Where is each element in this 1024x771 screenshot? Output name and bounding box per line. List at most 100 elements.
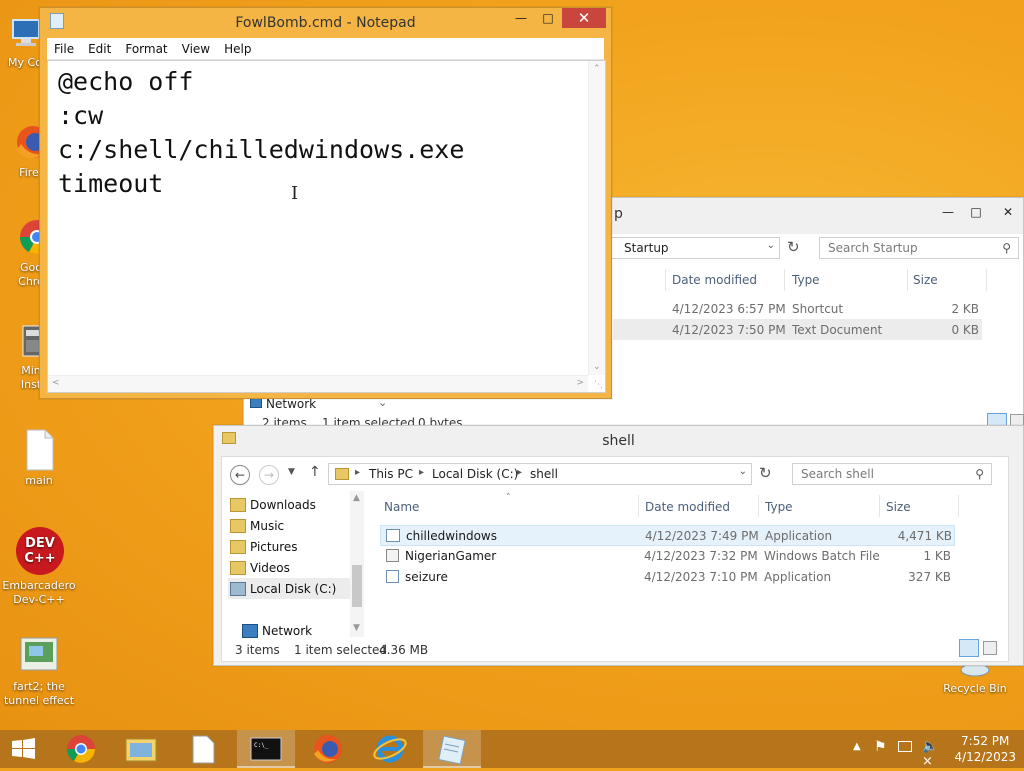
close-button[interactable]: ✕ [992, 202, 1024, 222]
chevron-down-icon[interactable]: ⌄ [767, 240, 775, 251]
column-header-type[interactable]: Type [765, 500, 793, 514]
clock[interactable]: 7:52 PM 4/12/2023 [954, 733, 1016, 765]
up-button[interactable]: ↑ [309, 464, 321, 480]
show-hidden-icons-icon[interactable]: ▲ [853, 741, 861, 752]
taskbar-internet-explorer[interactable] [361, 730, 419, 768]
action-center-flag-icon[interactable]: ⚑ [874, 739, 887, 755]
forward-button[interactable]: → [259, 465, 279, 485]
editor-content[interactable]: @echo off :cw c:/shell/chilledwindows.ex… [58, 65, 464, 201]
menu-file[interactable]: File [47, 38, 81, 60]
scroll-left-icon[interactable]: < [52, 378, 60, 388]
column-divider[interactable] [907, 269, 908, 291]
large-icons-view-icon[interactable] [983, 641, 997, 655]
column-header-date-modified[interactable]: Date modified [645, 500, 730, 514]
menu-edit[interactable]: Edit [81, 38, 118, 60]
back-button[interactable]: ← [230, 465, 250, 485]
maximize-button[interactable]: □ [962, 202, 990, 222]
column-divider[interactable] [958, 495, 959, 517]
column-header-type[interactable]: Type [792, 273, 820, 287]
desktop-icon-devcpp[interactable]: DEV C++ Embarcadero Dev-C++ [0, 527, 78, 607]
maximize-button[interactable]: □ [534, 8, 562, 28]
scroll-up-icon[interactable]: ⌃ [593, 64, 601, 74]
shell-title-text: shell [602, 433, 635, 449]
nav-item-label: Music [250, 519, 285, 533]
notepad-title-bar[interactable]: FowlBomb.cmd - Notepad — □ ✕ [40, 8, 611, 38]
notepad-window[interactable]: FowlBomb.cmd - Notepad — □ ✕ File Edit For… [39, 7, 612, 399]
network-status-icon[interactable] [898, 741, 912, 752]
scroll-down-icon[interactable]: ▼ [353, 623, 360, 633]
desktop-icon-main[interactable]: main [0, 428, 78, 488]
scroll-up-icon[interactable]: ▲ [353, 493, 360, 503]
nav-pane-scrollbar[interactable]: ▲ ▼ [350, 491, 364, 637]
column-divider[interactable] [879, 495, 880, 517]
breadcrumb-local-disk[interactable]: Local Disk (C:) [432, 467, 518, 481]
shell-search-placeholder: Search shell [801, 467, 874, 481]
drive-icon [230, 582, 246, 596]
nav-item-network[interactable]: Network [242, 624, 312, 638]
network-icon [250, 398, 262, 408]
horizontal-scrollbar[interactable]: < > [48, 375, 588, 392]
desktop-icon-fart2[interactable]: fart2; the tunnel effect [0, 634, 78, 708]
taskbar-chrome[interactable] [52, 730, 110, 768]
resize-grip-icon[interactable]: ⋱ [594, 380, 603, 390]
shell-search-input[interactable]: Search shell ⚲ [792, 463, 992, 485]
row-date: 4/12/2023 7:49 PM [645, 529, 759, 543]
taskbar-firefox[interactable] [299, 730, 357, 768]
taskbar-command-prompt[interactable]: C:\_ [237, 730, 295, 768]
column-header-size[interactable]: Size [886, 500, 911, 514]
nav-item-pictures[interactable]: Pictures [230, 540, 298, 554]
column-divider[interactable] [986, 269, 987, 291]
taskbar-notepad-file[interactable] [174, 730, 232, 768]
table-row[interactable]: seizure 4/12/2023 7:10 PM Application 32… [380, 567, 955, 588]
column-divider[interactable] [784, 269, 785, 291]
refresh-icon[interactable]: ↻ [759, 464, 772, 482]
breadcrumb-this-pc[interactable]: This PC [369, 467, 413, 481]
breadcrumb-shell[interactable]: shell [530, 467, 558, 481]
startup-address-bar[interactable]: Startup ⌄ [610, 237, 780, 259]
scroll-down-icon[interactable]: ⌄ [593, 362, 601, 372]
table-row-selected[interactable]: 4/12/2023 7:50 PM Text Document 0 KB [613, 319, 982, 340]
minimize-button[interactable]: — [507, 8, 535, 28]
nav-item-music[interactable]: Music [230, 519, 285, 533]
volume-muted-icon[interactable]: 🔈× [922, 739, 946, 769]
vertical-scrollbar[interactable]: ⌃ ⌄ [588, 61, 605, 375]
recent-locations-icon[interactable]: ▼ [288, 467, 295, 477]
shell-explorer-window[interactable]: shell ← → ▼ ↑ ▸ This PC ▸ Local Disk (C:… [213, 425, 1024, 666]
nav-item-local-disk[interactable]: Local Disk (C:) [230, 582, 336, 596]
table-row-selected[interactable]: chilledwindows 4/12/2023 7:49 PM Applica… [380, 525, 955, 546]
column-divider[interactable] [665, 269, 666, 291]
nav-item-videos[interactable]: Videos [230, 561, 290, 575]
column-divider[interactable] [638, 495, 639, 517]
details-view-icon[interactable] [959, 639, 979, 657]
startup-search-input[interactable]: Search Startup ⚲ [819, 237, 1019, 259]
menu-format[interactable]: Format [118, 38, 174, 60]
clock-date: 4/12/2023 [954, 750, 1016, 764]
chevron-down-icon[interactable]: ⌄ [739, 466, 747, 477]
menu-help[interactable]: Help [217, 38, 258, 60]
taskbar-file-explorer[interactable] [112, 730, 170, 768]
sort-ascending-icon: ˄ [506, 493, 511, 503]
refresh-icon[interactable]: ↻ [787, 238, 800, 256]
downloads-icon [230, 498, 246, 512]
text-editor[interactable]: @echo off :cw c:/shell/chilledwindows.ex… [47, 60, 606, 393]
start-button[interactable] [0, 730, 48, 768]
nav-item-downloads[interactable]: Downloads [230, 498, 316, 512]
taskbar: C:\_ ▲ ⚑ 🔈× 7:52 PM 4/12/2023 [0, 730, 1024, 769]
desktop-icon-label: main [25, 474, 53, 487]
scroll-right-icon[interactable]: > [576, 378, 584, 388]
taskbar-notepad[interactable] [423, 730, 481, 768]
close-button[interactable]: ✕ [562, 8, 606, 28]
shell-address-bar[interactable]: ▸ This PC ▸ Local Disk (C:) ▸ shell ⌄ [328, 463, 752, 485]
column-header-size[interactable]: Size [913, 273, 938, 287]
scrollbar-thumb[interactable] [352, 565, 362, 607]
row-type: Shortcut [792, 302, 844, 316]
column-header-date-modified[interactable]: Date modified [672, 273, 757, 287]
nav-item-network[interactable]: Network [250, 397, 316, 411]
shell-title-bar[interactable]: shell [214, 426, 1023, 456]
menu-view[interactable]: View [175, 38, 217, 60]
minimize-button[interactable]: — [934, 202, 962, 222]
table-row[interactable]: NigerianGamer 4/12/2023 7:32 PM Windows … [380, 546, 955, 567]
column-header-name[interactable]: Name [384, 500, 419, 514]
column-divider[interactable] [758, 495, 759, 517]
row-type: Windows Batch File [764, 549, 880, 563]
